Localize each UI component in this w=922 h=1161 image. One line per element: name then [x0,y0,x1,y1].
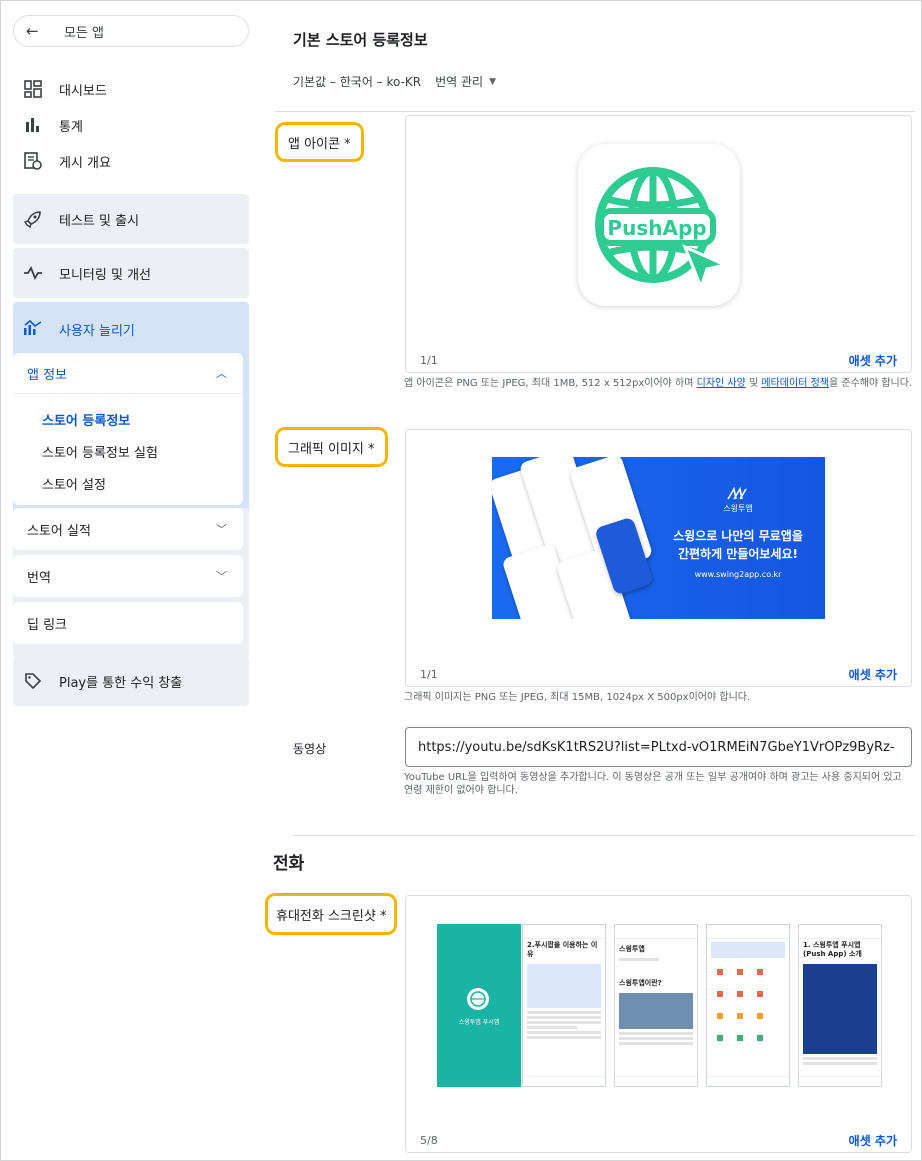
feature-graphic-label: 그래픽 이미지 * [275,427,388,467]
screenshot-2[interactable]: 2.푸시팝을 이용하는 이유 [522,924,606,1087]
app-icon-add-asset-button[interactable]: 애셋 추가 [849,352,897,369]
app-bar [615,925,697,939]
app-info-panel: 앱 정보 ︿ 스토어 등록정보 스토어 등록정보 실험 스토어 설정 [13,353,243,505]
app-icon-image[interactable]: PushApp [578,144,740,306]
sidebar-section-test-release[interactable]: 테스트 및 출시 [13,194,249,244]
back-label: 모든 앱 [64,25,105,41]
swing2app-logo: 스윙투앱 [716,486,760,514]
app-bar [799,925,881,939]
phone-screenshots-count: 5/8 [420,1134,438,1147]
video-help: YouTube URL을 입력하여 동영상을 추가합니다. 이 동영상은 공개 … [404,772,902,796]
sidebar-item-publishing-overview[interactable]: 게시 개요 [13,143,249,179]
feature-graphic-add-asset-button[interactable]: 애셋 추가 [849,666,897,683]
tag-icon [23,671,43,691]
manage-translations-button[interactable]: 번역 관리 [435,73,483,90]
screenshot-title: 1. 스윙투앱 푸시앱(Push App) 소개 [803,941,862,958]
sidebar-section-label: Play를 통한 수익 창출 [59,675,183,691]
pushapp-globe-icon: PushApp [595,167,729,292]
app-icon-help: 앱 아이콘은 PNG 또는 JPEG, 최대 1MB, 512 x 512px이… [404,378,913,389]
language-row: 기본값 – 한국어 – ko-KR 번역 관리 ▼ [293,73,496,90]
sidebar-item-translation[interactable]: 번역 ﹀ [13,555,243,597]
video-label: 동영상 [293,742,327,756]
feature-graphic-help: 그래픽 이미지는 PNG 또는 JPEG, 최대 15MB, 1024px X … [404,692,751,703]
sidebar-section-label: 테스트 및 출시 [59,213,140,229]
sidebar-sub-store-listing-experiments[interactable]: 스토어 등록정보 실험 [13,435,243,467]
divider [275,111,915,112]
app-bar [523,925,605,939]
banner-text: 스윙으로 나만의 무료앱을 간편하게 만들어보세요! [673,529,803,561]
sidebar-item-label: 딥 링크 [27,617,68,633]
app-info-label: 앱 정보 [27,367,68,383]
swing2app-logo-icon [727,486,747,500]
screenshot-subtitle: 스윙투앱이란? [619,979,662,987]
sidebar-section-monetize[interactable]: Play를 통한 수익 창출 [13,656,249,706]
sidebar-item-label: 통계 [59,119,83,135]
feature-graphic-count: 1/1 [420,668,438,681]
screenshot-4[interactable] [706,924,790,1087]
sidebar-item-store-performance[interactable]: 스토어 실적 ﹀ [13,508,243,550]
sidebar-item-label: 대시보드 [59,83,107,99]
screenshot-3[interactable]: 스윙투앱 스윙투앱이란? [614,924,698,1087]
default-language: 기본값 – 한국어 – ko-KR [293,75,422,89]
phone-section-heading: 전화 [273,854,305,874]
app-icon-card: PushApp 1/1 애셋 추가 [405,115,912,373]
sidebar-section-monitoring[interactable]: 모니터링 및 개선 [13,248,249,298]
main-content: 기본 스토어 등록정보 기본값 – 한국어 – ko-KR 번역 관리 ▼ 앱 … [265,9,915,1156]
banner-url: www.swing2app.co.kr [694,570,782,579]
sidebar-item-label: 게시 개요 [59,155,111,171]
bar-chart-icon [23,115,43,135]
sidebar-sub-store-listing[interactable]: 스토어 등록정보 [13,403,243,435]
dashboard-icon [23,79,43,99]
design-spec-link[interactable]: 디자인 사양 [697,378,746,389]
screenshot-title: 스윙투앱 푸시앱 [458,1019,500,1026]
divider [293,835,915,836]
metadata-policy-link[interactable]: 메타데이터 정책 [761,378,829,389]
window: ← 모든 앱 대시보드 통계 게시 개요 테스트 및 출시 모니터링 및 개선 … [0,0,922,1161]
phone-screenshots-card: 스윙투앱 푸시앱 2.푸시팝을 이용하는 이유 스윙투앱 스윙투앱이란? 1. … [405,895,912,1153]
chevron-down-icon: ﹀ [216,570,227,583]
screenshot-title: 2.푸시팝을 이용하는 이유 [527,941,598,958]
sidebar-section-label: 모니터링 및 개선 [59,267,151,283]
feature-graphic-card: 스윙투앱 스윙으로 나만의 무료앱을 간편하게 만들어보세요! www.swin… [405,429,912,687]
page-title: 기본 스토어 등록정보 [293,31,428,49]
chevron-up-icon: ︿ [216,367,227,380]
back-to-all-apps-button[interactable]: ← 모든 앱 [13,15,249,47]
app-icon-count: 1/1 [420,354,438,367]
sidebar-sub-store-settings[interactable]: 스토어 설정 [13,467,243,499]
screenshot-1[interactable]: 스윙투앱 푸시앱 [437,924,521,1087]
sidebar-item-label: 스토어 실적 [27,523,91,539]
app-info-header[interactable]: 앱 정보 ︿ [13,353,243,393]
feature-grid-icon [717,969,763,1041]
phone-screenshots-add-asset-button[interactable]: 애셋 추가 [849,1132,897,1149]
rocket-icon [23,209,43,229]
icon-text: PushApp [607,216,706,240]
sidebar-item-deep-links[interactable]: 딥 링크 [13,602,243,644]
screenshot-5[interactable]: 1. 스윙투앱 푸시앱(Push App) 소개 [798,924,882,1087]
sidebar-section-label: 사용자 늘리기 [59,324,135,339]
caret-down-icon[interactable]: ▼ [489,77,496,87]
monitoring-icon [23,263,43,283]
app-icon-label: 앱 아이콘 * [275,122,364,162]
publishing-overview-icon [23,151,43,171]
sidebar: ← 모든 앱 대시보드 통계 게시 개요 테스트 및 출시 모니터링 및 개선 … [9,9,257,1156]
sidebar-item-label: 번역 [27,570,51,586]
video-url-input[interactable]: https://youtu.be/sdKsK1tRS2U?list=PLtxd-… [405,727,912,767]
feature-graphic-image[interactable]: 스윙투앱 스윙으로 나만의 무료앱을 간편하게 만들어보세요! www.swin… [492,457,825,619]
sidebar-item-statistics[interactable]: 통계 [13,107,249,143]
back-arrow-icon: ← [26,22,39,40]
grow-users-icon [23,318,43,338]
phone-screenshots-label: 휴대전화 스크린샷 * [265,893,398,935]
chevron-down-icon: ﹀ [216,523,227,536]
app-bar [707,925,789,939]
screenshot-title: 스윙투앱 [619,945,645,953]
sidebar-item-dashboard[interactable]: 대시보드 [13,71,249,107]
